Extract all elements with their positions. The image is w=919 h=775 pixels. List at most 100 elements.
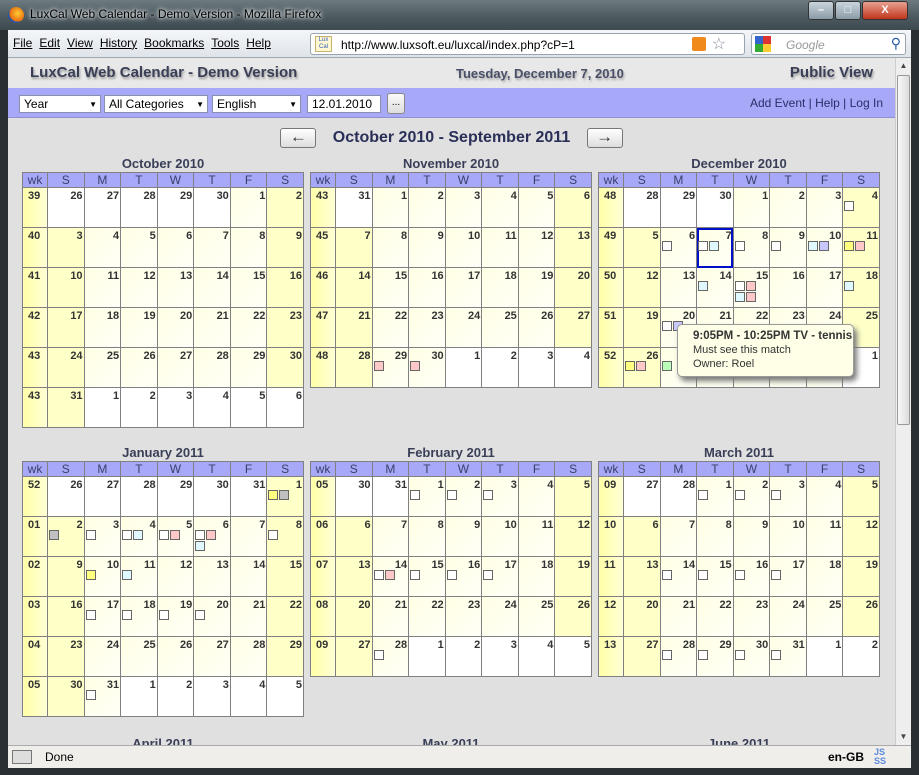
day-cell[interactable]: 1	[696, 476, 734, 517]
search-box[interactable]: Google ⚲	[751, 33, 906, 55]
day-cell[interactable]: 16	[408, 267, 446, 308]
address-bar[interactable]: Lux Cal http://www.luxsoft.eu/luxcal/ind…	[310, 33, 745, 55]
event-marker[interactable]	[745, 292, 756, 302]
event-marker[interactable]	[384, 570, 395, 580]
day-cell[interactable]: 8	[266, 516, 304, 557]
day-cell[interactable]: 10	[47, 267, 85, 308]
day-cell[interactable]: 30	[47, 676, 85, 717]
day-cell[interactable]: 30	[193, 476, 231, 517]
day-cell[interactable]: 15	[732, 267, 771, 308]
week-number[interactable]: 05	[22, 676, 48, 717]
day-cell[interactable]: 1	[229, 187, 268, 228]
date-picker-button[interactable]: ...	[387, 93, 405, 114]
day-cell[interactable]: 27	[554, 307, 592, 348]
day-cell[interactable]: 19	[120, 307, 158, 348]
day-cell[interactable]: 1	[444, 347, 483, 388]
week-number[interactable]: 03	[22, 596, 48, 637]
event-marker[interactable]	[169, 530, 180, 540]
event-marker[interactable]	[734, 570, 745, 580]
day-cell[interactable]: 15	[696, 556, 734, 597]
day-cell[interactable]: 3	[47, 227, 85, 268]
day-cell[interactable]: 13	[156, 267, 195, 308]
day-cell[interactable]: 30	[732, 636, 771, 677]
day-cell[interactable]: 24	[83, 636, 122, 677]
day-cell[interactable]: 13	[659, 267, 698, 308]
day-cell[interactable]: 14	[335, 267, 373, 308]
search-icon[interactable]: ⚲	[891, 35, 901, 52]
day-cell[interactable]: 24	[769, 596, 807, 637]
day-cell[interactable]: 17	[805, 267, 844, 308]
day-cell[interactable]: 24	[444, 307, 483, 348]
day-cell[interactable]: 26	[156, 636, 195, 677]
week-number[interactable]: 51	[598, 307, 624, 348]
event-marker[interactable]	[446, 490, 457, 500]
day-cell[interactable]: 20	[193, 596, 231, 637]
day-cell[interactable]: 8	[229, 227, 268, 268]
day-cell[interactable]: 26	[517, 307, 556, 348]
event-marker[interactable]	[661, 361, 672, 371]
day-cell[interactable]: 22	[696, 596, 734, 637]
day-cell[interactable]: 30	[408, 347, 446, 388]
rss-feed-icon[interactable]	[692, 37, 706, 51]
google-engine-icon[interactable]	[755, 36, 771, 52]
day-cell[interactable]: 13	[193, 556, 231, 597]
day-cell[interactable]: 25	[481, 307, 519, 348]
day-cell[interactable]: 21	[371, 596, 410, 637]
event-marker[interactable]	[698, 281, 709, 291]
day-cell[interactable]: 1	[371, 187, 410, 228]
view-select[interactable]: Year	[19, 95, 101, 113]
week-number[interactable]: 12	[598, 596, 624, 637]
day-cell[interactable]: 10	[805, 227, 844, 268]
event-marker[interactable]	[195, 530, 206, 540]
day-cell[interactable]: 6	[266, 387, 304, 428]
date-input[interactable]: 12.01.2010	[307, 95, 381, 113]
day-cell[interactable]: 22	[371, 307, 410, 348]
day-cell[interactable]: 23	[408, 307, 446, 348]
day-cell[interactable]: 29	[659, 187, 698, 228]
prev-period-button[interactable]: ←	[280, 128, 317, 148]
day-cell[interactable]: 1	[83, 387, 122, 428]
day-cell[interactable]: 10	[444, 227, 483, 268]
day-cell[interactable]: 28	[229, 636, 268, 677]
day-cell[interactable]: 19	[623, 307, 661, 348]
day-cell[interactable]: 9	[769, 227, 807, 268]
day-cell[interactable]: 31	[47, 387, 85, 428]
event-marker[interactable]	[771, 650, 782, 660]
day-cell[interactable]: 9	[47, 556, 85, 597]
event-marker[interactable]	[195, 541, 206, 551]
day-cell[interactable]: 2	[842, 636, 880, 677]
week-number[interactable]: 13	[598, 636, 624, 677]
week-number[interactable]: 43	[310, 187, 336, 228]
event-marker[interactable]	[122, 570, 133, 580]
menu-history[interactable]: History	[100, 36, 137, 50]
event-marker[interactable]	[734, 241, 745, 251]
day-cell[interactable]: 15	[371, 267, 410, 308]
event-marker[interactable]	[661, 650, 672, 660]
day-cell[interactable]: 31	[335, 187, 373, 228]
search-placeholder[interactable]: Google	[786, 38, 825, 52]
day-cell[interactable]: 6	[335, 516, 373, 557]
day-cell[interactable]: 28	[623, 187, 661, 228]
day-cell[interactable]: 5	[554, 476, 592, 517]
event-marker[interactable]	[373, 650, 384, 660]
week-number[interactable]: 41	[22, 267, 48, 308]
week-number[interactable]: 49	[598, 227, 624, 268]
week-number[interactable]: 01	[22, 516, 48, 557]
day-cell[interactable]: 7	[696, 227, 734, 268]
day-cell[interactable]: 31	[229, 476, 268, 517]
day-cell[interactable]: 17	[47, 307, 85, 348]
day-cell[interactable]: 4	[842, 187, 880, 228]
week-number[interactable]: 46	[310, 267, 336, 308]
day-cell[interactable]: 1	[805, 636, 844, 677]
day-cell[interactable]: 29	[229, 347, 268, 388]
week-number[interactable]: 52	[22, 476, 48, 517]
event-marker[interactable]	[844, 281, 855, 291]
day-cell[interactable]: 22	[266, 596, 304, 637]
day-cell[interactable]: 23	[444, 596, 483, 637]
day-cell[interactable]: 3	[193, 676, 231, 717]
event-marker[interactable]	[122, 610, 133, 620]
event-marker[interactable]	[698, 241, 709, 251]
day-cell[interactable]: 18	[120, 596, 158, 637]
day-cell[interactable]: 26	[842, 596, 880, 637]
day-cell[interactable]: 2	[769, 187, 807, 228]
